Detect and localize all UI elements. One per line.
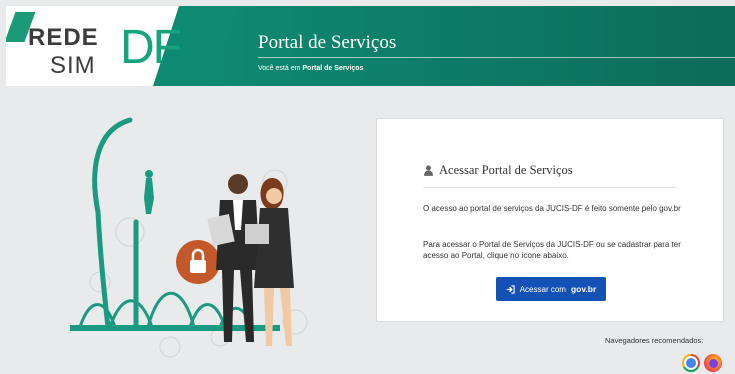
user-icon (424, 165, 433, 176)
page-title: Portal de Serviços (258, 32, 397, 53)
login-govbr-button[interactable]: Acessar com gov.br (496, 277, 606, 301)
logo-text-rede: REDE (28, 24, 99, 51)
card-header: Acessar Portal de Serviços (424, 163, 573, 178)
redesim-df-logo[interactable]: REDE SIM DF (6, 12, 193, 80)
logo-text-df: DF (120, 21, 182, 74)
portal-illustration (70, 117, 308, 358)
breadcrumb: Você está em Portal de Serviços (258, 65, 363, 72)
header-bar: REDE SIM DF Portal de Serviços Você está… (6, 6, 735, 86)
access-instructions-text: Para acessar o Portal de Serviços da JUC… (423, 240, 681, 260)
sign-in-icon (506, 284, 515, 294)
breadcrumb-current[interactable]: Portal de Serviços (302, 65, 363, 72)
firefox-icon[interactable] (704, 354, 722, 372)
chrome-icon[interactable] (682, 354, 700, 372)
breadcrumb-prefix: Você está em (258, 65, 301, 72)
login-button-label: Acessar com (519, 284, 566, 294)
access-info-text: O acesso ao portal de serviços da JUCIS-… (423, 204, 681, 213)
govbr-brand-text: gov.br (570, 284, 597, 294)
logo-text-sim: SIM (50, 52, 96, 79)
title-divider (258, 57, 735, 58)
recommended-browsers-label: Navegadores recomendados: (605, 336, 704, 345)
card-title: Acessar Portal de Serviços (439, 163, 573, 177)
access-card: Acessar Portal de Serviços O acesso ao p… (376, 118, 724, 322)
card-divider (423, 187, 677, 188)
